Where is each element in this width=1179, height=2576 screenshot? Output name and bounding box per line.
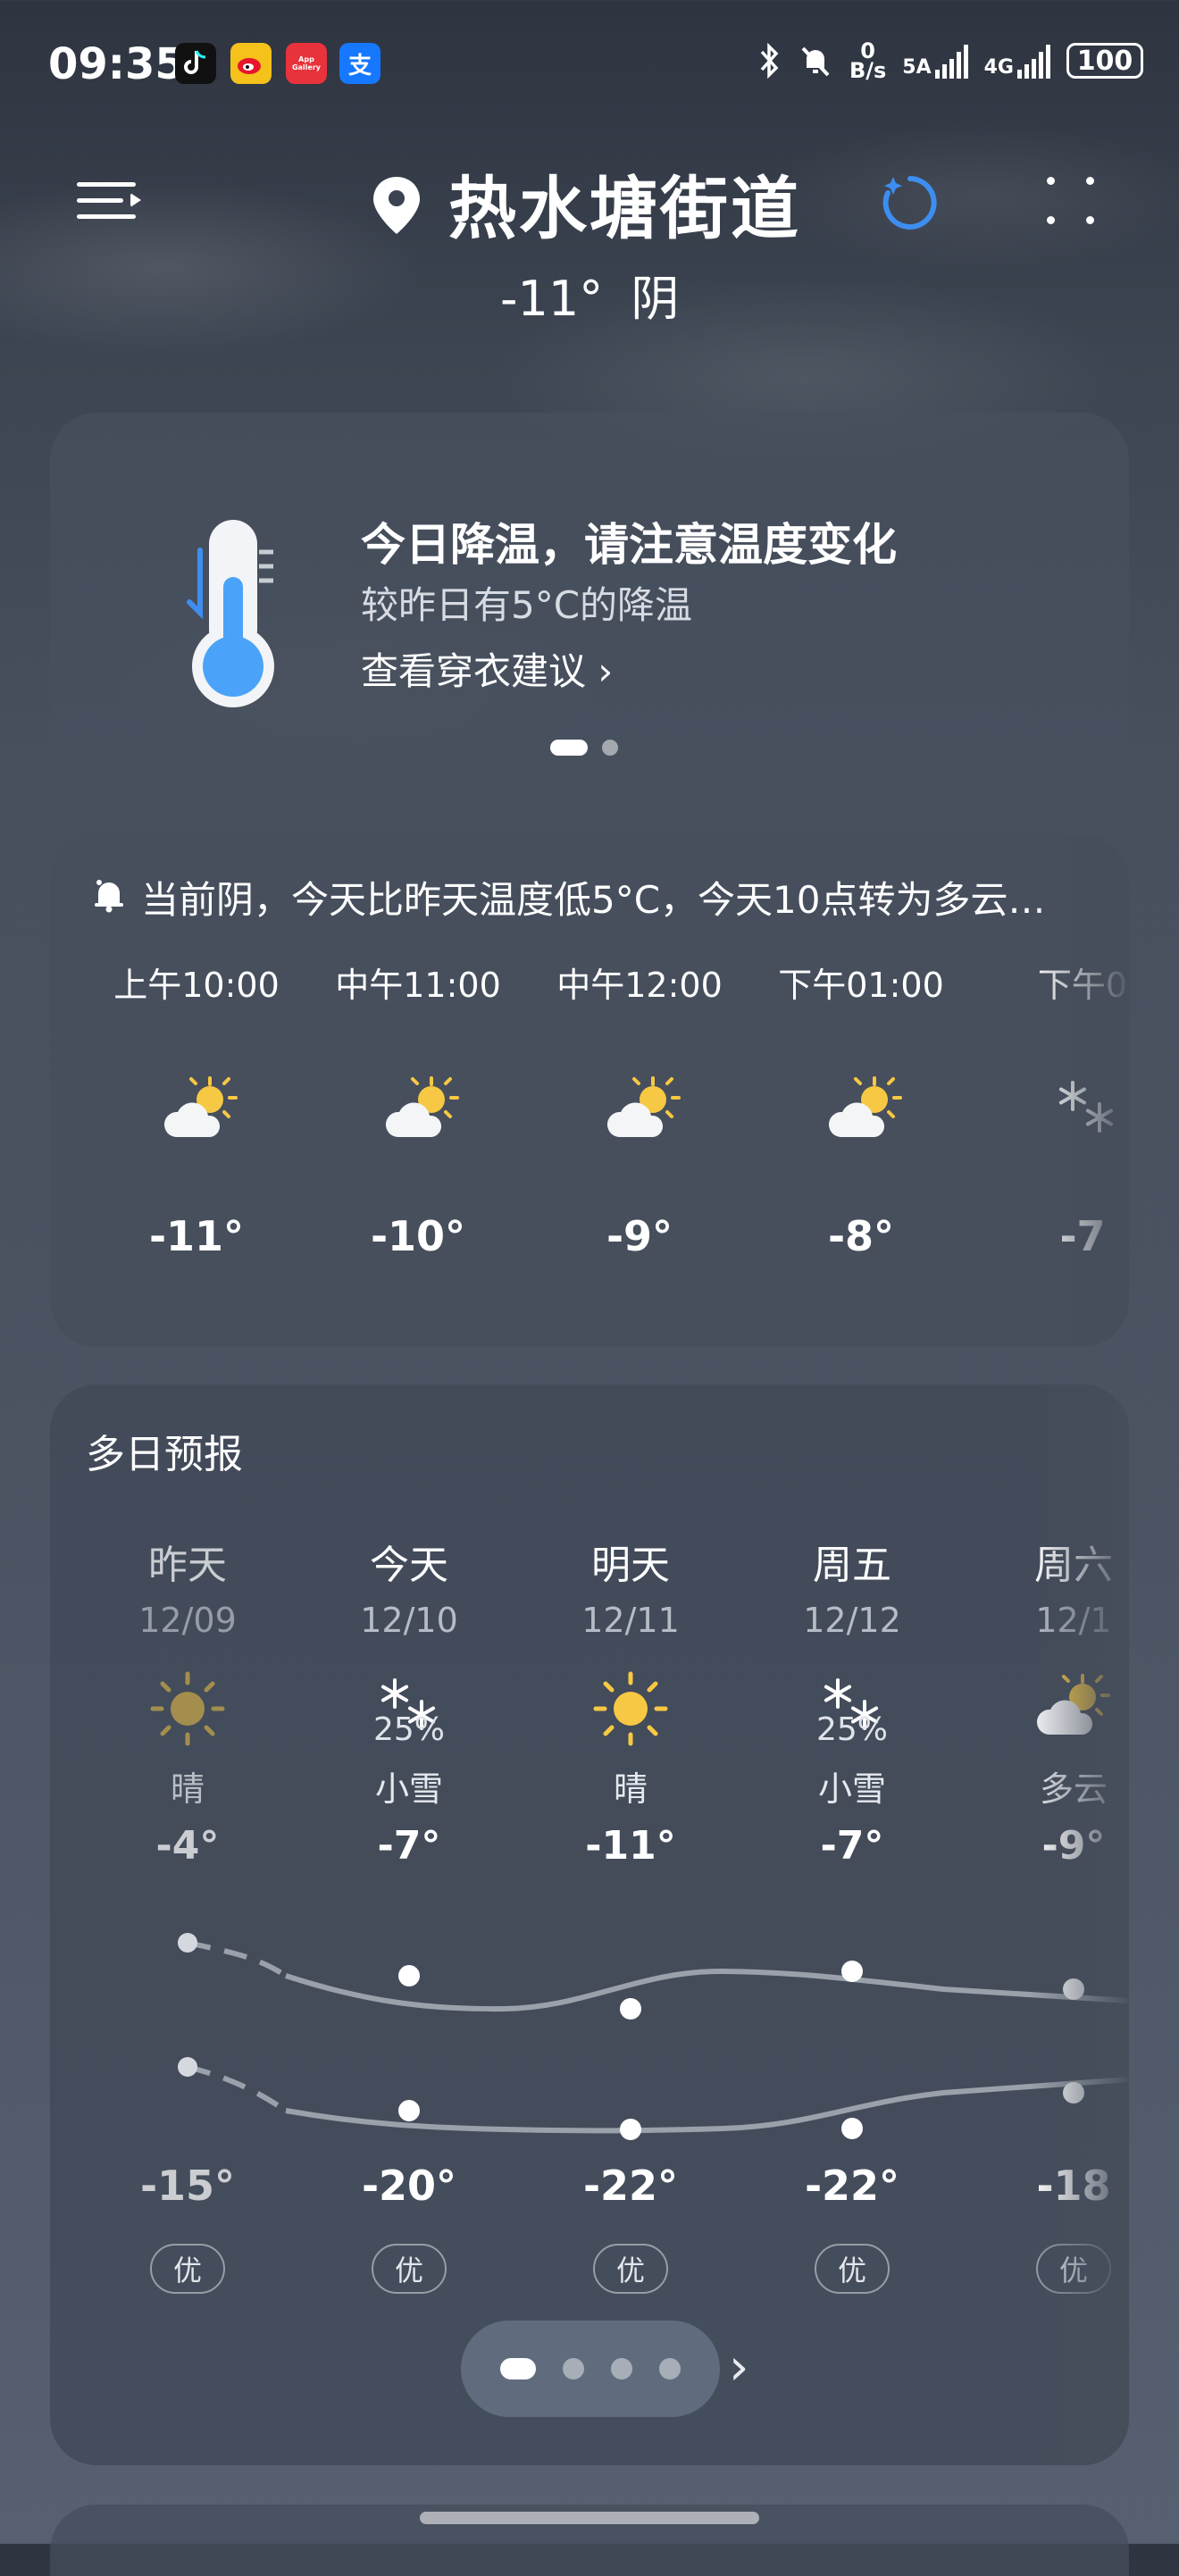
app-gallery-text: App Gallery [291,55,322,71]
current-weather: -11° 阴 [500,259,679,330]
alert-subtitle: 较昨日有5°C的降温 [361,583,693,627]
carousel-indicator [550,740,618,756]
hour-label: 中午11:00 [335,966,501,1005]
page-dot-active [500,2358,536,2379]
weibo-icon [230,43,272,84]
hour-item[interactable]: 下午0 -7 [984,958,1129,1260]
partly-cloudy-icon [821,1073,902,1141]
temperature-alert-card[interactable]: 今日降温，请注意温度变化 较昨日有5°C的降温 查看穿衣建议 › [50,413,1129,797]
refresh-icon[interactable] [881,173,940,232]
hour-item[interactable]: 中午12:00 -9° [541,958,738,1260]
clothing-advice-link[interactable]: 查看穿衣建议 › [361,641,613,696]
current-temp: -11° [500,271,604,327]
alipay-text: 支 [347,52,372,79]
hourly-forecast-card[interactable]: 当前阴，今天比昨天温度低5°C，今天10点转为多云… 上午10:00 -11° 中… [50,834,1129,1347]
signal-5a: 5A [902,43,968,79]
mute-bell-icon [801,46,830,77]
snow-icon [1042,1073,1123,1141]
temperature-trend-chart [178,1933,1129,2140]
hour-item[interactable]: 下午01:00 -8° [763,958,959,1260]
signal-bars-icon [1017,43,1050,79]
net-speed-unit: B/s [849,58,887,83]
hour-item[interactable]: 中午11:00 -10° [320,958,516,1260]
page-indicator[interactable] [461,2321,720,2417]
alipay-icon: 支 [339,43,380,84]
indicator-dot-active [550,740,588,756]
low-temp-points [178,2057,1084,2140]
partly-cloudy-icon [378,1073,459,1141]
hour-temp: -8° [827,1212,895,1260]
hour-temp: -11° [148,1212,245,1260]
page-dot [659,2358,681,2379]
network-4g-label: 4G [983,56,1014,79]
location-title[interactable]: 热水塘街道 [448,154,801,252]
bell-icon [95,880,123,913]
current-condition: 阴 [631,271,680,327]
status-time: 09:35 [48,39,185,89]
app-gallery-icon: App Gallery [286,43,327,84]
hour-label: 上午10:00 [113,966,280,1005]
page-dot [611,2358,632,2379]
page-dot [563,2358,584,2379]
status-right: 0 B/s 5A 4G 100 [757,40,1143,83]
hourly-message: 当前阴，今天比昨天温度低5°C，今天10点转为多云… [141,878,1046,922]
hour-temp: -9° [606,1212,673,1260]
home-indicator[interactable] [420,2512,759,2524]
menu-icon[interactable] [77,175,141,225]
hour-label: 下午0 [1037,966,1128,1005]
more-options-icon[interactable] [1047,177,1097,227]
partly-cloudy-icon [156,1073,238,1141]
hour-label: 下午01:00 [778,966,944,1005]
indicator-dot [602,740,618,756]
alert-title: 今日降温，请注意温度变化 [361,519,897,571]
hour-temp: -7 [1059,1212,1106,1260]
bluetooth-icon [760,43,779,79]
network-5a-label: 5A [902,56,932,79]
more-days-chevron-icon[interactable]: › [729,2338,748,2396]
multi-day-forecast-card[interactable]: 多日预报 昨天 12/09 晴 -4° -15° 优今天 12/10 25% 小雪 … [50,1384,1129,2465]
net-speed: 0 B/s [849,40,887,83]
location-pin-icon [373,177,420,234]
battery-indicator: 100 [1066,43,1143,79]
signal-4g: 4G [984,43,1050,79]
status-bar: 09:35 App Gallery 支 0 B/s 5A 4G 100 [0,0,1179,134]
partly-cloudy-icon [599,1073,681,1141]
hour-item[interactable]: 上午10:00 -11° [98,958,295,1260]
signal-bars-icon [934,43,968,79]
thermometer-icon [187,520,274,707]
hour-label: 中午12:00 [556,966,723,1005]
douyin-icon [175,43,216,84]
high-temp-points [178,1933,1084,2020]
hour-temp: -10° [370,1212,466,1260]
